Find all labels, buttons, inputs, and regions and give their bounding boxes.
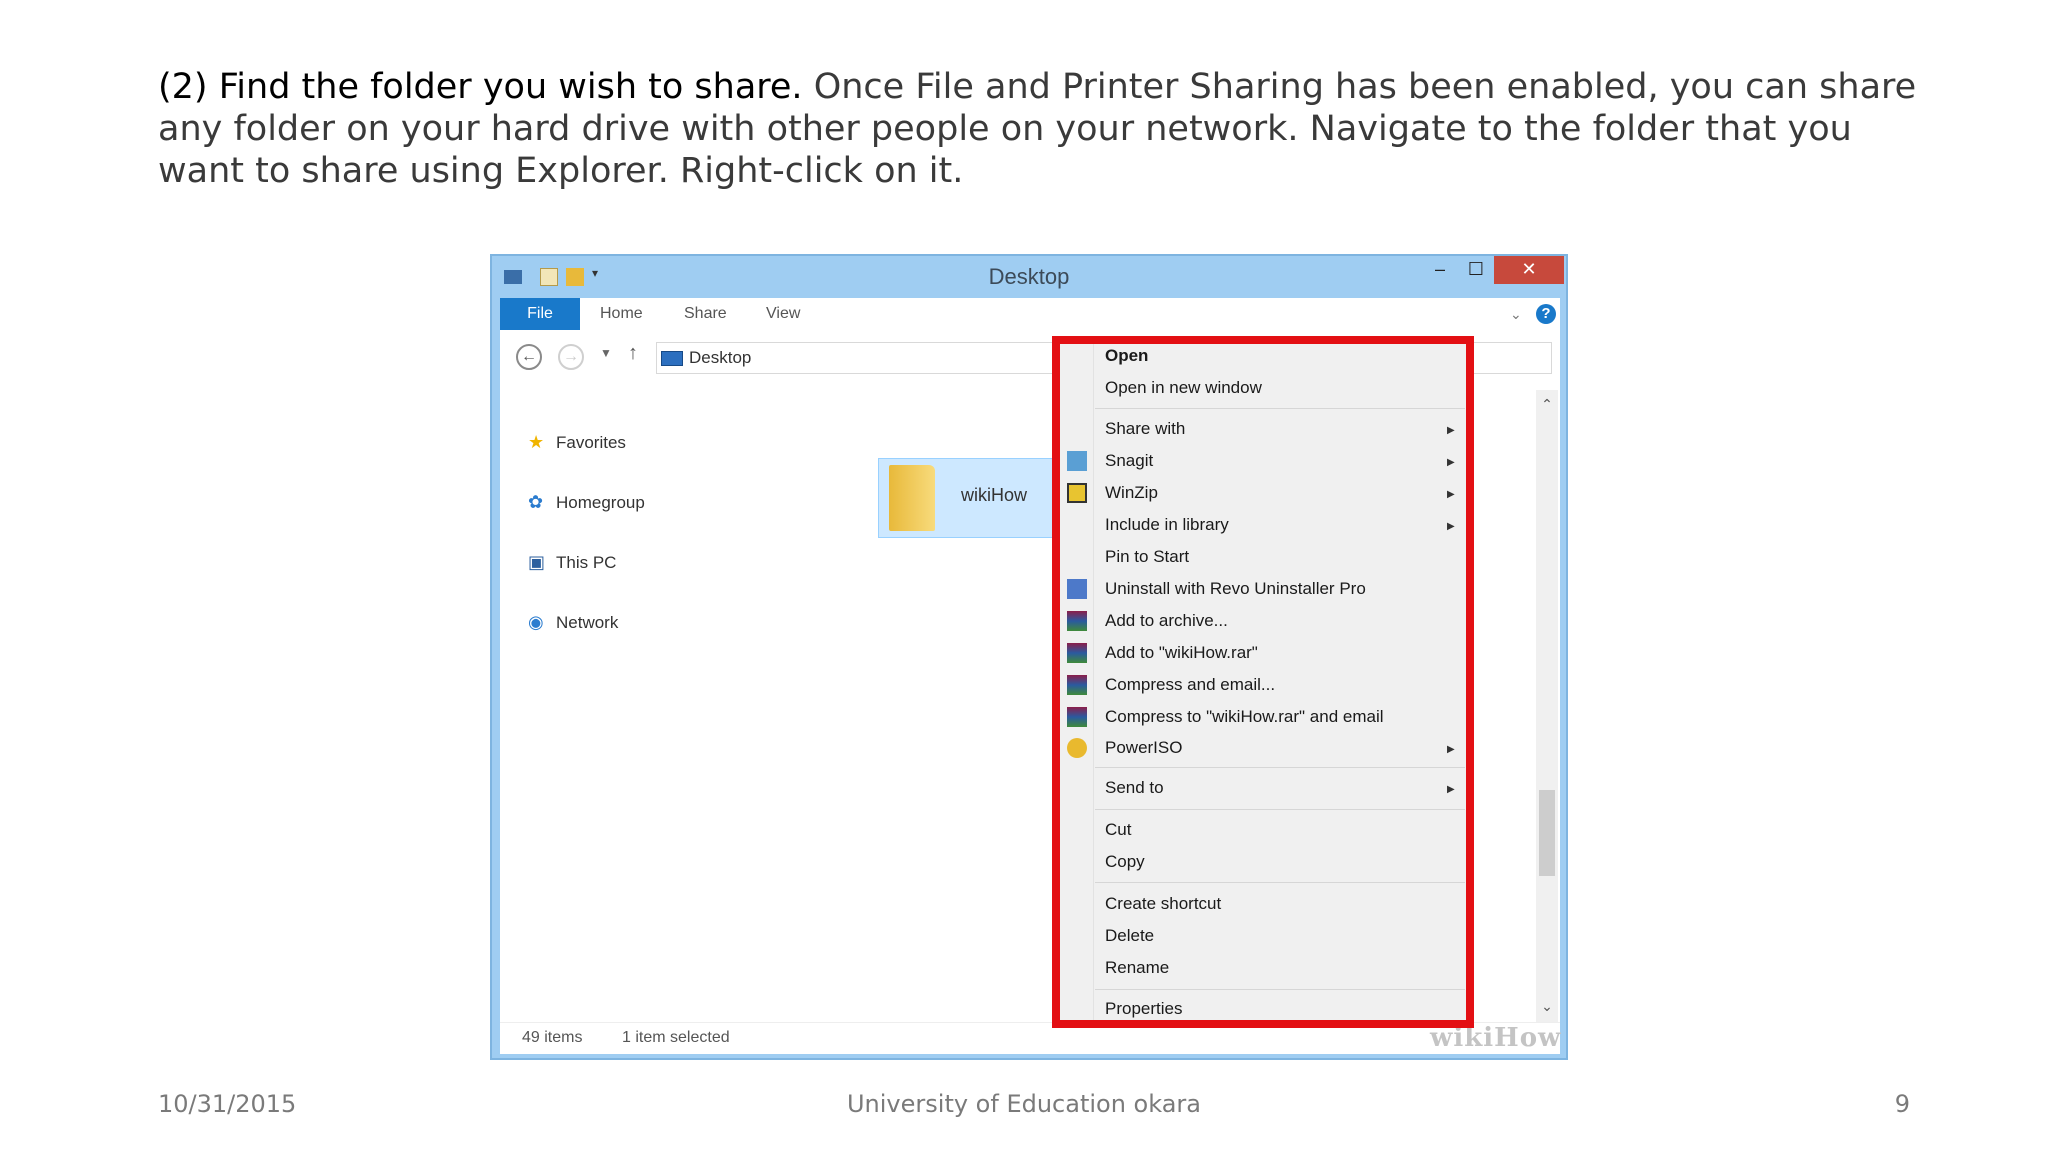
help-icon[interactable]: ? [1536,304,1556,324]
nav-item-this-pc[interactable]: ▣ This PC [528,552,616,573]
slide-heading: (2) Find the folder you wish to share. [158,67,803,107]
folder-name: wikiHow [961,485,1028,505]
folder-icon [889,465,935,531]
navigation-pane: ★ Favorites ✿ Homegroup ▣ This PC ◉ Network [500,382,800,962]
nav-item-label: This PC [556,553,617,572]
slide-paragraph: (2) Find the folder you wish to share. O… [158,66,1918,192]
nav-item-network[interactable]: ◉ Network [528,612,618,633]
star-icon: ★ [528,432,545,452]
tab-share[interactable]: Share [684,298,727,330]
nav-item-favorites[interactable]: ★ Favorites [528,432,626,453]
network-icon: ◉ [528,612,544,632]
nav-item-label: Homegroup [556,493,645,512]
scroll-up-arrow-icon[interactable]: ⌃ [1536,396,1558,413]
desktop-icon [661,351,683,366]
nav-item-homegroup[interactable]: ✿ Homegroup [528,492,645,513]
footer-page-number: 9 [1894,1090,1910,1118]
title-bar: ▾ Desktop – ☐ ✕ [492,256,1566,298]
folder-item[interactable]: wikiHow [878,458,1078,538]
scroll-down-arrow-icon[interactable]: ⌄ [1536,998,1558,1015]
back-arrow-icon[interactable]: ← [516,344,542,370]
address-location: Desktop [689,348,752,367]
nav-item-label: Network [556,613,619,632]
forward-arrow-icon[interactable]: → [558,344,584,370]
scroll-thumb[interactable] [1539,790,1555,876]
close-button[interactable]: ✕ [1494,256,1564,284]
item-count: 49 items [522,1029,583,1046]
tab-file[interactable]: File [500,298,580,330]
computer-icon: ▣ [528,552,546,572]
homegroup-icon: ✿ [528,492,544,512]
nav-item-label: Favorites [556,433,626,452]
ribbon-tabs: File Home Share View ⌄ ? [500,298,1560,330]
expand-ribbon-chevron-icon[interactable]: ⌄ [1510,298,1522,330]
tab-view[interactable]: View [766,298,800,330]
vertical-scrollbar[interactable]: ⌃ ⌄ [1536,390,1558,1022]
up-arrow-icon[interactable]: ↑ [628,342,638,365]
window-title: Desktop [988,264,1070,289]
recent-locations-chevron-icon[interactable]: ▼ [600,346,612,360]
maximize-button[interactable]: ☐ [1458,256,1494,284]
footer-organization: University of Education okara [846,1090,1201,1118]
minimize-button[interactable]: – [1422,256,1458,284]
selection-count: 1 item selected [622,1029,730,1046]
tab-home[interactable]: Home [600,298,643,330]
highlight-box [1052,336,1474,1028]
